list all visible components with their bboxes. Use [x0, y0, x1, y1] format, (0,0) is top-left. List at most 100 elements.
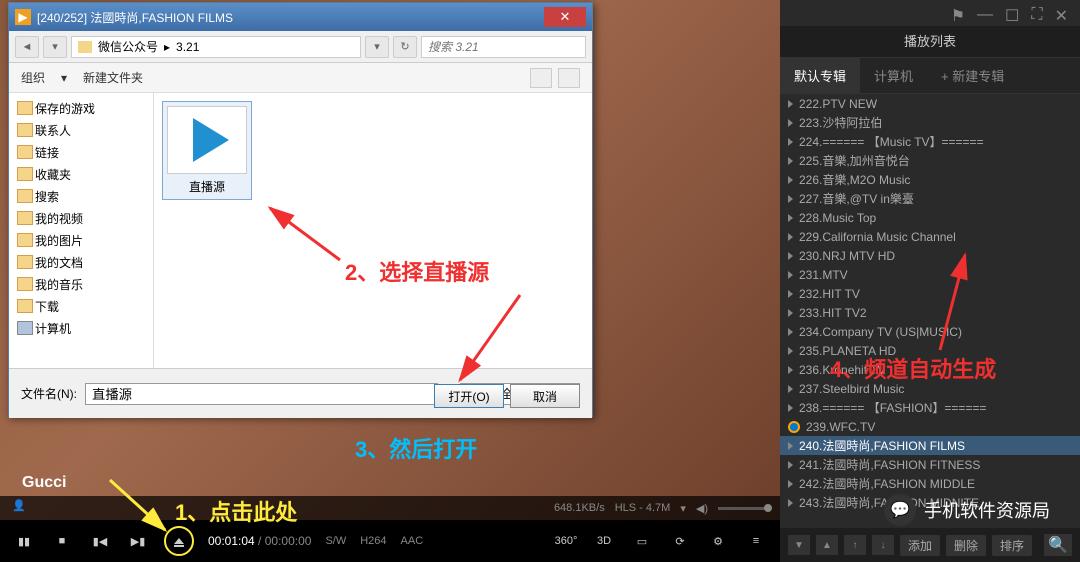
playlist-item[interactable]: 227. 音樂,@TV in樂臺	[780, 189, 1080, 208]
tree-item[interactable]: 下载	[9, 295, 153, 317]
3d-button[interactable]: 3D	[592, 529, 616, 553]
restore-button[interactable]: ☐	[1005, 6, 1019, 20]
sort-button[interactable]: 排序	[992, 535, 1032, 556]
menu-button[interactable]: ≡	[744, 529, 768, 553]
playlist-item[interactable]: 234. Company TV (US|MUSIC)	[780, 322, 1080, 341]
playlist-item[interactable]: 241. 法國時尚,FASHION FITNESS	[780, 455, 1080, 474]
settings-button[interactable]: ⚙	[706, 529, 730, 553]
playlist-item[interactable]: 229. California Music Channel	[780, 227, 1080, 246]
file-item[interactable]: 直播源	[162, 101, 252, 200]
hls-dropdown-icon[interactable]: ▾	[680, 502, 686, 515]
back-button[interactable]: ◄	[15, 36, 39, 58]
playlist-item[interactable]: 223. 沙特阿拉伯	[780, 113, 1080, 132]
playlist-item[interactable]: 232. HIT TV	[780, 284, 1080, 303]
play-icon	[788, 499, 793, 507]
playlist-item[interactable]: 226. 音樂,M2O Music	[780, 170, 1080, 189]
delete-button[interactable]: 删除	[946, 535, 986, 556]
tree-item[interactable]: 我的视频	[9, 207, 153, 229]
volume-icon[interactable]: ◀)	[696, 502, 708, 515]
tab-default-album[interactable]: 默认专辑	[780, 58, 860, 93]
item-title: PTV NEW	[822, 97, 877, 111]
search-icon[interactable]: 🔍	[1044, 534, 1072, 556]
info-bar: 👤 648.1KB/s HLS - 4.7M ▾ ◀)	[0, 496, 780, 520]
play-icon	[788, 119, 793, 127]
playlist-item[interactable]: 230. NRJ MTV HD	[780, 246, 1080, 265]
playlist-item[interactable]: 222. PTV NEW	[780, 94, 1080, 113]
play-icon	[788, 347, 793, 355]
tree-item[interactable]: 我的音乐	[9, 273, 153, 295]
folder-tree[interactable]: 保存的游戏联系人链接收藏夹搜索我的视频我的图片我的文档我的音乐下载计算机	[9, 93, 154, 368]
playlist-item[interactable]: 239. WFC.TV	[780, 417, 1080, 436]
playlist-item[interactable]: 238. ====== 【FASHION】======	[780, 398, 1080, 417]
open-button[interactable]: 打开(O)	[434, 384, 504, 408]
tree-item[interactable]: 联系人	[9, 119, 153, 141]
fullscreen-button[interactable]: ⛶	[1031, 6, 1042, 20]
dialog-title: [240/252] 法國時尚,FASHION FILMS	[37, 9, 233, 26]
item-number: 239.	[806, 420, 829, 434]
minimize-button[interactable]: —	[977, 6, 993, 20]
pin-button[interactable]: ⚑	[951, 6, 965, 20]
play-icon	[788, 214, 793, 222]
video-brand-overlay: Gucci	[22, 474, 66, 492]
playlist-item[interactable]: 236. Kronehit TV	[780, 360, 1080, 379]
up-button[interactable]: ↑	[844, 535, 866, 555]
tree-item[interactable]: 我的图片	[9, 229, 153, 251]
forward-button[interactable]: ▾	[43, 36, 67, 58]
stop-button[interactable]: ■	[50, 529, 74, 553]
refresh-button[interactable]: ↻	[393, 36, 417, 58]
tree-item[interactable]: 我的文档	[9, 251, 153, 273]
path-dropdown[interactable]: ▾	[365, 36, 389, 58]
close-button[interactable]: ✕	[544, 7, 586, 27]
tree-item[interactable]: 保存的游戏	[9, 97, 153, 119]
playlist-item[interactable]: 237. Steelbird Music	[780, 379, 1080, 398]
app-icon: ▶	[15, 9, 31, 25]
volume-slider[interactable]	[718, 507, 768, 510]
play-icon	[788, 176, 793, 184]
collapse-button[interactable]: ▼	[788, 535, 810, 555]
prev-button[interactable]: ▮◀	[88, 529, 112, 553]
360-button[interactable]: 360°	[554, 529, 578, 553]
playlist-item[interactable]: 242. 法國時尚,FASHION MIDDLE	[780, 474, 1080, 493]
path-bar[interactable]: 微信公众号 ▸ 3.21	[71, 36, 361, 58]
aspect-button[interactable]: ▭	[630, 529, 654, 553]
dialog-titlebar[interactable]: ▶ [240/252] 法國時尚,FASHION FILMS ✕	[9, 3, 592, 31]
help-button[interactable]	[558, 68, 580, 88]
search-input[interactable]	[421, 36, 586, 58]
view-button[interactable]	[530, 68, 552, 88]
playlist-item[interactable]: 231. MTV	[780, 265, 1080, 284]
tree-item[interactable]: 收藏夹	[9, 163, 153, 185]
pause-button[interactable]: ▮▮	[12, 529, 36, 553]
path-seg-2[interactable]: 3.21	[176, 40, 199, 54]
next-button[interactable]: ▶▮	[126, 529, 150, 553]
playlist-item[interactable]: 224. ====== 【Music TV】======	[780, 132, 1080, 151]
path-seg-1[interactable]: 微信公众号	[98, 38, 158, 55]
playlist-item[interactable]: 240. 法國時尚,FASHION FILMS	[780, 436, 1080, 455]
ie-icon	[788, 421, 800, 433]
repeat-button[interactable]: ⟳	[668, 529, 692, 553]
playlist-item[interactable]: 233. HIT TV2	[780, 303, 1080, 322]
expand-button[interactable]: ▲	[816, 535, 838, 555]
tab-computer[interactable]: 计算机	[860, 58, 927, 93]
tree-item[interactable]: 链接	[9, 141, 153, 163]
file-list[interactable]: 直播源	[154, 93, 592, 368]
play-icon	[788, 328, 793, 336]
eject-icon	[174, 538, 184, 544]
filename-input[interactable]	[85, 383, 438, 405]
tree-item[interactable]: 搜索	[9, 185, 153, 207]
add-button[interactable]: 添加	[900, 535, 940, 556]
playlist-item[interactable]: 225. 音樂,加州音悦台	[780, 151, 1080, 170]
eject-button[interactable]	[164, 526, 194, 556]
close-window-button[interactable]: ✕	[1055, 6, 1068, 20]
organize-button[interactable]: 组织	[21, 69, 45, 86]
playlist-item[interactable]: 228. Music Top	[780, 208, 1080, 227]
newfolder-button[interactable]: 新建文件夹	[83, 69, 143, 86]
tab-new-album[interactable]: + 新建专辑	[927, 58, 1018, 93]
video-area: Gucci 👤 648.1KB/s HLS - 4.7M ▾ ◀) ▮▮ ■ ▮…	[0, 0, 780, 562]
tree-item[interactable]: 计算机	[9, 317, 153, 339]
down-button[interactable]: ↓	[872, 535, 894, 555]
cancel-button[interactable]: 取消	[510, 384, 580, 408]
sw-label[interactable]: S/W	[325, 535, 346, 547]
playlist-item[interactable]: 235. PLANETA HD	[780, 341, 1080, 360]
playlist-items[interactable]: 222. PTV NEW223. 沙特阿拉伯224. ====== 【Music…	[780, 94, 1080, 528]
hls-text[interactable]: HLS - 4.7M	[615, 502, 671, 514]
